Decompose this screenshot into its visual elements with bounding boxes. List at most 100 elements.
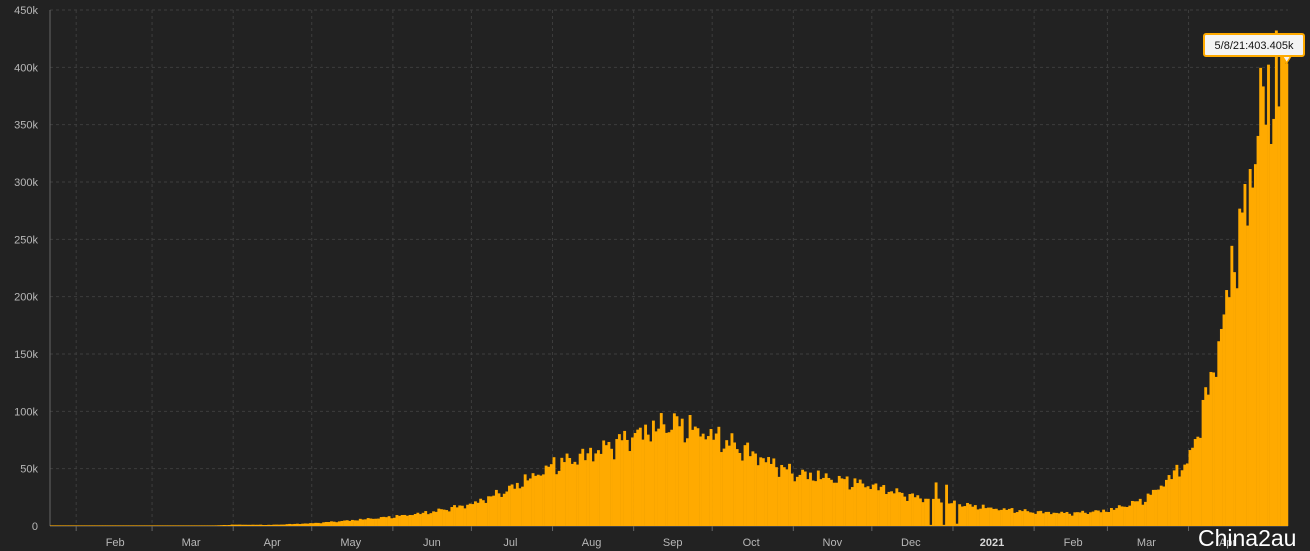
bar[interactable] bbox=[387, 516, 391, 526]
bar[interactable] bbox=[921, 502, 925, 526]
bar[interactable] bbox=[934, 482, 938, 526]
bar[interactable] bbox=[746, 442, 750, 526]
bar[interactable] bbox=[356, 520, 360, 526]
bar[interactable] bbox=[1000, 509, 1003, 526]
bar[interactable] bbox=[1144, 501, 1147, 526]
bar[interactable] bbox=[1094, 510, 1098, 526]
bar[interactable] bbox=[877, 490, 880, 526]
bar[interactable] bbox=[502, 493, 506, 526]
bar[interactable] bbox=[976, 509, 980, 526]
bar[interactable] bbox=[555, 474, 559, 526]
bar[interactable] bbox=[1002, 508, 1006, 526]
bar[interactable] bbox=[987, 507, 990, 526]
bar[interactable] bbox=[903, 496, 907, 526]
bar[interactable] bbox=[913, 497, 917, 526]
bar[interactable] bbox=[521, 486, 524, 526]
bar[interactable] bbox=[290, 524, 294, 526]
bar[interactable] bbox=[973, 505, 977, 526]
bar[interactable] bbox=[536, 474, 540, 526]
bar[interactable] bbox=[1217, 341, 1221, 526]
bar[interactable] bbox=[272, 524, 276, 526]
bar[interactable] bbox=[623, 430, 627, 526]
bar[interactable] bbox=[811, 480, 815, 527]
bar[interactable] bbox=[531, 473, 535, 526]
bar[interactable] bbox=[829, 479, 833, 526]
bar[interactable] bbox=[1130, 500, 1134, 526]
bar[interactable] bbox=[1230, 245, 1234, 526]
bar[interactable] bbox=[701, 433, 705, 526]
bar[interactable] bbox=[1007, 508, 1011, 526]
bar[interactable] bbox=[63, 525, 66, 526]
bar[interactable] bbox=[581, 448, 585, 526]
bar[interactable] bbox=[1120, 506, 1124, 526]
bar[interactable] bbox=[848, 489, 852, 526]
bar[interactable] bbox=[610, 448, 613, 526]
bar[interactable] bbox=[565, 453, 569, 526]
bar[interactable] bbox=[542, 474, 545, 526]
bar[interactable] bbox=[52, 525, 56, 526]
bar[interactable] bbox=[853, 478, 857, 526]
bar[interactable] bbox=[131, 525, 135, 526]
bar[interactable] bbox=[968, 504, 972, 526]
bar[interactable] bbox=[115, 525, 119, 526]
bar[interactable] bbox=[761, 458, 765, 526]
bar[interactable] bbox=[222, 525, 226, 526]
bar[interactable] bbox=[1023, 509, 1027, 526]
bar[interactable] bbox=[1209, 371, 1213, 526]
bar[interactable] bbox=[547, 466, 551, 526]
bar[interactable] bbox=[1154, 489, 1158, 526]
bar[interactable] bbox=[534, 475, 538, 526]
bar[interactable] bbox=[123, 525, 127, 526]
bar[interactable] bbox=[1193, 439, 1197, 526]
bar[interactable] bbox=[243, 524, 247, 526]
bar[interactable] bbox=[241, 524, 244, 526]
bar[interactable] bbox=[1018, 510, 1022, 526]
bar[interactable] bbox=[1117, 505, 1121, 526]
bar[interactable] bbox=[102, 525, 106, 526]
bar[interactable] bbox=[385, 517, 388, 526]
bar[interactable] bbox=[665, 432, 668, 526]
bar[interactable] bbox=[636, 429, 640, 526]
bar[interactable] bbox=[306, 523, 310, 526]
bar[interactable] bbox=[772, 458, 776, 526]
bar[interactable] bbox=[1115, 508, 1119, 526]
bar[interactable] bbox=[141, 525, 145, 526]
bar[interactable] bbox=[1052, 512, 1056, 526]
bar[interactable] bbox=[586, 453, 590, 526]
bar[interactable] bbox=[296, 523, 299, 526]
bar[interactable] bbox=[1013, 512, 1017, 526]
bar[interactable] bbox=[932, 498, 935, 526]
bar[interactable] bbox=[413, 513, 417, 526]
bar[interactable] bbox=[1015, 512, 1019, 526]
bar[interactable] bbox=[99, 525, 103, 526]
bar[interactable] bbox=[1256, 135, 1260, 526]
bar[interactable] bbox=[599, 453, 603, 526]
bar[interactable] bbox=[1261, 86, 1265, 526]
bar[interactable] bbox=[1146, 493, 1150, 526]
bar[interactable] bbox=[963, 506, 967, 526]
bar[interactable] bbox=[863, 487, 867, 526]
bar[interactable] bbox=[280, 524, 284, 526]
bar[interactable] bbox=[730, 433, 734, 526]
bar[interactable] bbox=[646, 434, 650, 526]
bar[interactable] bbox=[309, 523, 312, 526]
bar[interactable] bbox=[78, 525, 82, 526]
bar[interactable] bbox=[693, 426, 697, 526]
bar[interactable] bbox=[1164, 479, 1168, 526]
bar[interactable] bbox=[754, 453, 757, 526]
bar[interactable] bbox=[426, 514, 430, 526]
bar[interactable] bbox=[696, 428, 700, 526]
bar[interactable] bbox=[1167, 475, 1171, 526]
bar[interactable] bbox=[725, 440, 729, 526]
bar[interactable] bbox=[311, 523, 315, 526]
bar[interactable] bbox=[557, 470, 561, 526]
bar[interactable] bbox=[118, 525, 121, 526]
bar[interactable] bbox=[856, 483, 860, 526]
bar[interactable] bbox=[1251, 187, 1255, 526]
bar[interactable] bbox=[183, 525, 187, 526]
bar[interactable] bbox=[777, 476, 781, 526]
bar[interactable] bbox=[672, 413, 676, 526]
bar[interactable] bbox=[845, 476, 849, 526]
bar[interactable] bbox=[1272, 118, 1276, 527]
bar[interactable] bbox=[748, 456, 752, 526]
